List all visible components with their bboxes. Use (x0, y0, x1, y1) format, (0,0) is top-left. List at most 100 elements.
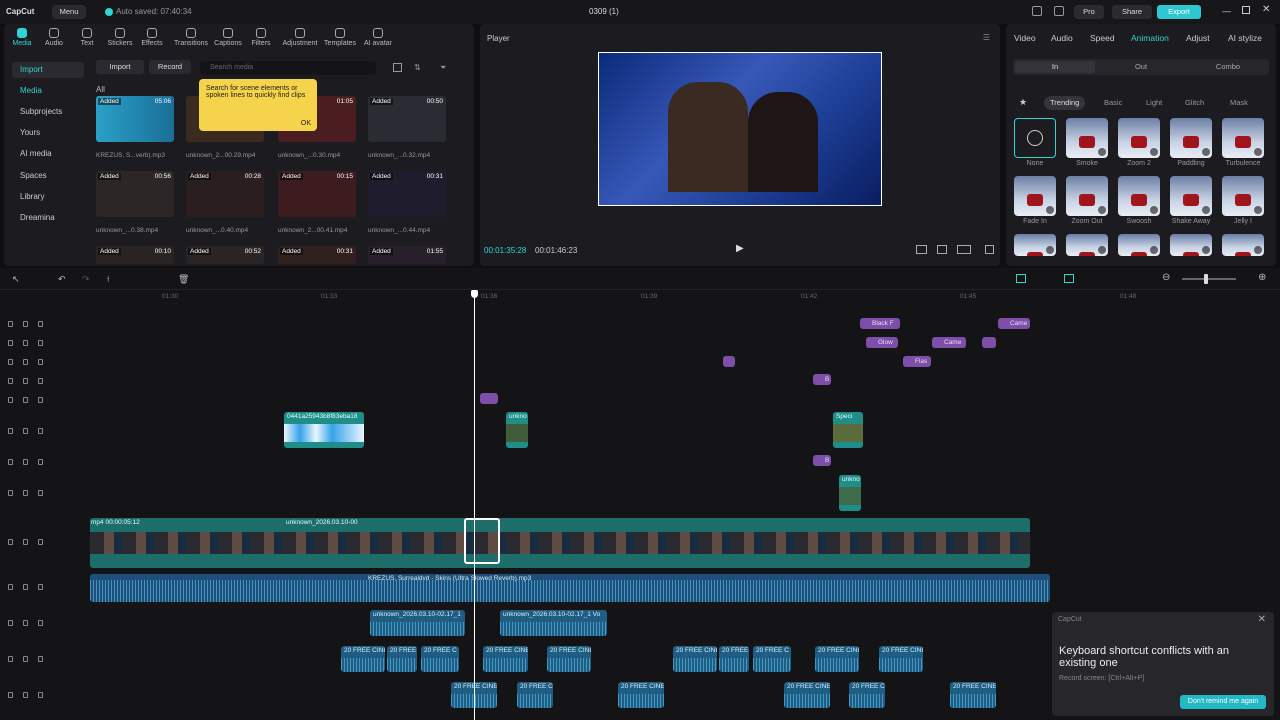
effect-clip[interactable]: Glow (866, 337, 898, 348)
lock-icon[interactable] (23, 584, 28, 590)
favorites-icon[interactable]: ★ (1019, 97, 1027, 108)
animation-preset[interactable] (1014, 234, 1056, 256)
track-type-icon[interactable] (8, 397, 13, 403)
lock-icon[interactable] (23, 656, 28, 662)
eye-icon[interactable] (38, 656, 43, 662)
close-icon[interactable]: ✕ (1262, 4, 1270, 15)
subtab-out[interactable]: Out (1101, 61, 1181, 73)
eye-icon[interactable] (38, 428, 43, 434)
lock-icon[interactable] (23, 459, 28, 465)
sfx-clip[interactable]: 20 FREE (387, 646, 417, 672)
pro-button[interactable]: Pro (1074, 5, 1104, 19)
track-type-icon[interactable] (8, 359, 13, 365)
sidebar-item-spaces[interactable]: Spaces (12, 168, 84, 184)
tab-adjust[interactable]: Adjust (1186, 33, 1210, 43)
playhead-handle[interactable] (471, 290, 478, 298)
overlay-clip[interactable]: unkno (506, 412, 528, 448)
track-type-icon[interactable] (8, 321, 13, 327)
ratio-icon[interactable] (957, 245, 971, 254)
animation-preset[interactable] (1066, 234, 1108, 256)
zoom-slider-handle[interactable] (1204, 274, 1208, 284)
tool-captions[interactable]: Captions (210, 28, 246, 47)
menu-button[interactable]: Menu (52, 5, 86, 19)
tool-filters[interactable]: Filters (243, 28, 279, 47)
effect-clip[interactable]: B (813, 374, 831, 385)
tool-transitions[interactable]: Transitions (171, 28, 211, 47)
layout-icon[interactable] (1032, 6, 1042, 16)
link-icon[interactable] (1064, 274, 1074, 283)
effect-clip[interactable]: B (813, 455, 831, 466)
sfx-clip[interactable]: 20 FREE CINE (483, 646, 528, 672)
lock-icon[interactable] (23, 378, 28, 384)
tool-media[interactable]: Media (4, 28, 40, 47)
track-type-icon[interactable] (8, 459, 13, 465)
undo-icon[interactable]: ↶ (58, 274, 66, 285)
split-icon[interactable]: ⟊ (107, 274, 109, 285)
sfx-clip[interactable]: 20 FREE CI (849, 682, 885, 708)
track-type-icon[interactable] (8, 584, 13, 590)
zoom-in-icon[interactable]: ⊕ (1258, 272, 1266, 283)
sidebar-item-dreamina[interactable]: Dreamina (12, 210, 84, 226)
track-type-icon[interactable] (8, 428, 13, 434)
cat-trending[interactable]: Trending (1044, 96, 1086, 110)
track-type-icon[interactable] (8, 539, 13, 545)
animation-preset[interactable] (1066, 176, 1108, 216)
animation-preset[interactable] (1222, 118, 1264, 158)
animation-preset[interactable] (1222, 176, 1264, 216)
media-thumbnail[interactable]: Added 05:06 (96, 96, 174, 142)
sfx-clip[interactable]: 20 FREE CINEI (784, 682, 830, 708)
sfx-clip[interactable]: 20 FREE CI (517, 682, 553, 708)
track-type-icon[interactable] (8, 620, 13, 626)
lock-icon[interactable] (23, 359, 28, 365)
maximize-icon[interactable] (1242, 6, 1250, 14)
lock-icon[interactable] (23, 490, 28, 496)
lock-icon[interactable] (23, 428, 28, 434)
eye-icon[interactable] (38, 359, 43, 365)
track-type-icon[interactable] (8, 378, 13, 384)
sidebar-item-subprojects[interactable]: Subprojects (12, 104, 84, 120)
effect-clip[interactable]: Came (932, 337, 966, 348)
fullscreen-icon[interactable] (985, 245, 994, 254)
cat-light[interactable]: Light (1140, 96, 1168, 110)
cat-basic[interactable]: Basic (1098, 96, 1128, 110)
tool-templates[interactable]: Templates (320, 28, 360, 47)
eye-icon[interactable] (38, 378, 43, 384)
animation-preset[interactable] (1170, 234, 1212, 256)
sfx-clip[interactable]: 20 FREE CINE (815, 646, 859, 672)
eye-icon[interactable] (38, 321, 43, 327)
sidebar-item-import[interactable]: Import (12, 62, 84, 78)
effect-clip[interactable] (982, 337, 996, 348)
track-type-icon[interactable] (8, 692, 13, 698)
eye-icon[interactable] (38, 584, 43, 590)
media-thumbnail[interactable]: Added 00:31 (278, 246, 356, 264)
cat-mask[interactable]: Mask (1224, 96, 1254, 110)
magnet-icon[interactable] (1016, 274, 1026, 283)
minimize-icon[interactable]: — (1222, 6, 1231, 16)
view-grid-icon[interactable] (393, 63, 402, 72)
track-type-icon[interactable] (8, 656, 13, 662)
media-thumbnail[interactable]: Added 00:52 (186, 246, 264, 264)
tool-stickers[interactable]: Stickers (102, 28, 138, 47)
select-tool-icon[interactable]: ↖ (12, 274, 20, 285)
lock-icon[interactable] (23, 321, 28, 327)
eye-icon[interactable] (38, 539, 43, 545)
export-button[interactable]: Export (1157, 5, 1201, 19)
sidebar-item-ai-media[interactable]: AI media (12, 146, 84, 162)
tool-adjustment[interactable]: Adjustment (278, 28, 322, 47)
player-menu-icon[interactable]: ☰ (983, 33, 990, 42)
animation-preset[interactable] (1014, 118, 1056, 158)
tooltip-ok-button[interactable]: OK (301, 120, 311, 127)
tool-audio[interactable]: Audio (36, 28, 72, 47)
sfx-clip[interactable]: 20 FREE CINE (547, 646, 591, 672)
play-icon[interactable]: ▶ (736, 243, 744, 254)
sfx-clip[interactable]: 20 FREE CINE (879, 646, 923, 672)
overlay-clip[interactable]: unkno (839, 475, 861, 511)
media-thumbnail[interactable]: Added 01:55 (368, 246, 446, 264)
sidebar-item-media[interactable]: Media (12, 83, 84, 99)
zoom-slider[interactable] (1182, 278, 1236, 280)
lock-icon[interactable] (23, 340, 28, 346)
lock-icon[interactable] (23, 620, 28, 626)
tool-text[interactable]: Text (69, 28, 105, 47)
eye-icon[interactable] (38, 490, 43, 496)
media-thumbnail[interactable]: Added 00:10 (96, 246, 174, 264)
